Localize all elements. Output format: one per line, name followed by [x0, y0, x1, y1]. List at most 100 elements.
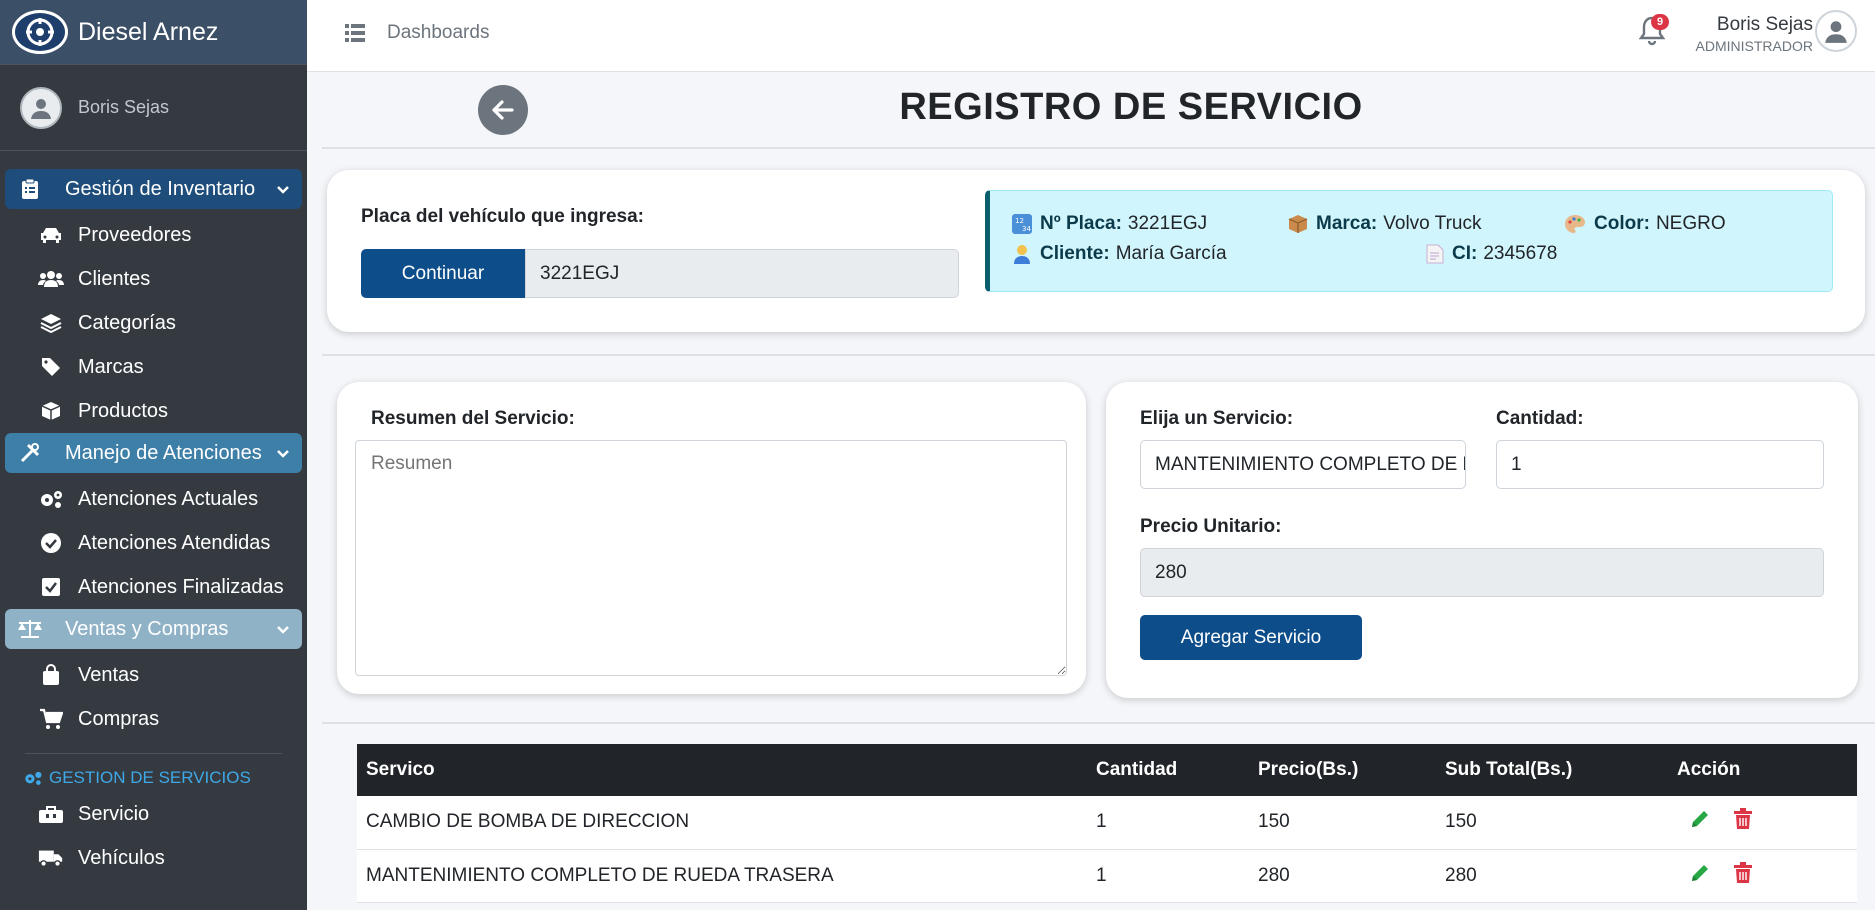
gears-icon — [38, 489, 64, 509]
sidebar-item-compras[interactable]: Compras — [5, 697, 302, 741]
check-circle-icon — [38, 532, 64, 554]
user-avatar-icon — [20, 86, 62, 129]
cell-price: 280 — [1249, 849, 1436, 903]
col-servicio: Servico — [357, 744, 1087, 796]
tag-icon — [38, 357, 64, 377]
chevron-down-icon — [276, 442, 290, 465]
col-subtotal: Sub Total(Bs.) — [1436, 744, 1668, 796]
document-icon — [1426, 244, 1444, 264]
nav-group-atenciones[interactable]: Manejo de Atenciones — [5, 433, 302, 473]
sidebar-user-panel[interactable]: Boris Sejas — [0, 65, 307, 151]
nav-group-ventas-compras[interactable]: Ventas y Compras — [5, 609, 302, 649]
sidebar-item-label: Marcas — [78, 355, 144, 378]
brand-name: Diesel Arnez — [78, 17, 219, 46]
user-avatar-icon[interactable] — [1815, 10, 1857, 52]
topbar-user-name: Boris Sejas — [1716, 14, 1813, 35]
nav-group-label: Manejo de Atenciones — [65, 441, 262, 464]
dashboards-link[interactable]: Dashboards — [387, 22, 489, 44]
sidebar-item-label: Vehículos — [78, 846, 165, 869]
service-select[interactable]: MANTENIMIENTO COMPLETO DE RUEDA TRASERA — [1140, 440, 1466, 489]
nav-group-inventario[interactable]: Gestión de Inventario — [5, 169, 302, 209]
topbar-user[interactable]: Boris Sejas ADMINISTRADOR — [1685, 14, 1813, 54]
sidebar-item-atenciones-atendidas[interactable]: Atenciones Atendidas — [5, 521, 302, 565]
sidebar-item-servicio[interactable]: Servicio — [5, 792, 302, 836]
sidebar-item-label: Atenciones Actuales — [78, 487, 259, 510]
info-plate: 12 34 Nº Placa: 3221EGJ — [1012, 213, 1207, 235]
divider — [322, 722, 1875, 724]
tools-icon — [17, 442, 43, 464]
person-icon — [1012, 243, 1032, 265]
info-color-value: NEGRO — [1655, 213, 1726, 234]
toolbox-icon — [38, 804, 64, 824]
topbar: Dashboards 9 Boris Sejas ADMINISTRADOR — [307, 0, 1875, 72]
sidebar-item-clientes[interactable]: Clientes — [5, 257, 302, 301]
sidebar-section-title: GESTION DE SERVICIOS — [5, 764, 302, 792]
continue-button[interactable]: Continuar — [361, 249, 525, 298]
sidebar-nav: Gestión de Inventario Proveedores Client… — [0, 151, 307, 880]
delete-trash-icon[interactable] — [1733, 808, 1753, 836]
chevron-down-icon — [276, 178, 290, 201]
vehicle-plate-label: Placa del vehículo que ingresa: — [361, 206, 644, 227]
users-icon — [38, 270, 64, 288]
sidebar-item-proveedores[interactable]: Proveedores — [5, 213, 302, 257]
cell-service: CAMBIO DE BOMBA DE DIRECCION — [357, 796, 1087, 850]
nav-group-label: Gestión de Inventario — [65, 177, 256, 200]
col-precio: Precio(Bs.) — [1249, 744, 1436, 796]
summary-textarea[interactable] — [355, 440, 1067, 676]
cell-quantity: 1 — [1087, 849, 1249, 903]
unit-price-label: Precio Unitario: — [1140, 516, 1282, 537]
numbers-icon: 12 34 — [1012, 214, 1032, 234]
sidebar-item-vehiculos[interactable]: Vehículos — [5, 836, 302, 880]
sidebar-item-marcas[interactable]: Marcas — [5, 345, 302, 389]
info-brand-value: Volvo Truck — [1383, 213, 1482, 234]
divider — [322, 354, 1875, 356]
sidebar-item-productos[interactable]: Productos — [5, 389, 302, 433]
gears-icon — [23, 770, 43, 786]
delete-trash-icon[interactable] — [1733, 861, 1753, 890]
cell-subtotal: 280 — [1436, 849, 1668, 903]
plate-input[interactable]: 3221EGJ — [525, 249, 959, 298]
svg-text:34: 34 — [1022, 225, 1031, 233]
check-square-icon — [38, 577, 64, 597]
box-icon — [38, 401, 64, 421]
cell-actions — [1668, 796, 1857, 850]
sidebar-item-label: Ventas — [78, 663, 140, 686]
edit-pencil-icon[interactable] — [1689, 808, 1711, 836]
table-row: MANTENIMIENTO COMPLETO DE RUEDA TRASERA … — [357, 849, 1857, 903]
sidebar-item-label: Clientes — [78, 267, 151, 290]
unit-price-input[interactable]: 280 — [1140, 548, 1824, 597]
package-icon — [1288, 214, 1308, 234]
sidebar-item-atenciones-finalizadas[interactable]: Atenciones Finalizadas — [5, 565, 302, 609]
sidebar-item-atenciones-actuales[interactable]: Atenciones Actuales — [5, 477, 302, 521]
cell-subtotal: 150 — [1436, 796, 1668, 850]
car-icon — [38, 226, 64, 244]
services-table: Servico Cantidad Precio(Bs.) Sub Total(B… — [357, 744, 1857, 903]
quantity-label: Cantidad: — [1496, 408, 1584, 429]
grid-menu-icon[interactable] — [345, 24, 365, 47]
page-title: REGISTRO DE SERVICIO — [899, 86, 1363, 128]
col-cantidad: Cantidad — [1087, 744, 1249, 796]
info-brand: Marca: Volvo Truck — [1288, 213, 1481, 235]
sidebar-item-label: Proveedores — [78, 223, 192, 246]
balance-scale-icon — [17, 619, 43, 639]
info-client-value: María García — [1115, 243, 1227, 264]
quantity-input[interactable]: 1 — [1496, 440, 1824, 489]
table-row: CAMBIO DE BOMBA DE DIRECCION 1 150 150 — [357, 796, 1857, 850]
sidebar-item-label: Categorías — [78, 311, 176, 334]
brand-link[interactable]: Diesel Arnez — [0, 0, 307, 65]
sidebar-item-ventas[interactable]: Ventas — [5, 653, 302, 697]
sidebar-item-label: Productos — [78, 399, 169, 422]
sidebar-item-categorias[interactable]: Categorías — [5, 301, 302, 345]
cell-service: MANTENIMIENTO COMPLETO DE RUEDA TRASERA — [357, 849, 1087, 903]
service-form-card: Elija un Servicio: MANTENIMIENTO COMPLET… — [1106, 382, 1858, 698]
info-ci-value: 2345678 — [1483, 243, 1558, 264]
edit-pencil-icon[interactable] — [1689, 862, 1711, 890]
add-service-button[interactable]: Agregar Servicio — [1140, 615, 1362, 660]
sidebar-item-label: Servicio — [78, 802, 150, 825]
vehicle-card: Placa del vehículo que ingresa: Continua… — [327, 170, 1865, 332]
sidebar-user-name: Boris Sejas — [78, 97, 170, 117]
topbar-user-role: ADMINISTRADOR — [1695, 38, 1813, 54]
cell-actions — [1668, 849, 1857, 903]
truck-icon — [38, 848, 64, 868]
vehicle-info-box: 12 34 Nº Placa: 3221EGJ Marca: Volvo Truck … — [985, 190, 1833, 292]
